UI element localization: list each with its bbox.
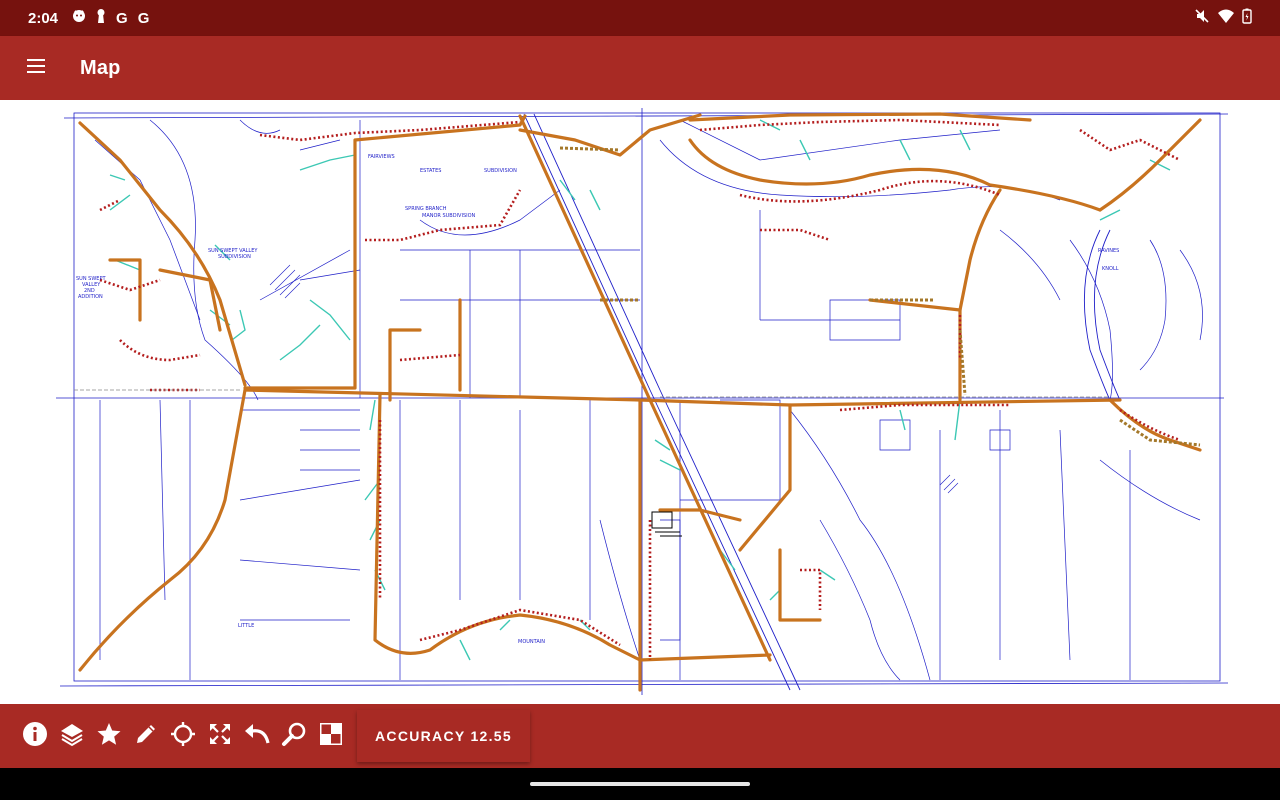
status-time: 2:04	[28, 9, 59, 27]
expand-icon	[207, 721, 233, 752]
favorites-button[interactable]	[90, 712, 127, 760]
info-button[interactable]	[16, 712, 53, 760]
water-mains	[78, 112, 1202, 692]
keyhole-icon	[96, 8, 106, 28]
accuracy-button[interactable]: ACCURACY 12.55	[357, 710, 530, 762]
menu-button[interactable]	[0, 36, 72, 100]
map-view[interactable]: SUN SWEPT VALLEY SUBDIVISION SUN SWEPT V…	[0, 100, 1280, 704]
app-bar: Map	[0, 36, 1280, 100]
label-addition: ADDITION	[78, 294, 103, 300]
undo-button[interactable]	[238, 712, 275, 760]
label-little: LITTLE	[238, 623, 254, 629]
layers-button[interactable]	[53, 712, 90, 760]
label-subdivision-1: SUBDIVISION	[218, 254, 251, 260]
cat-face-icon	[72, 9, 86, 27]
status-bar: 2:04 G G	[0, 0, 1280, 36]
navigation-bar	[0, 768, 1280, 800]
hatched-parcels	[269, 264, 959, 494]
locate-button[interactable]	[164, 712, 201, 760]
battery-icon	[1242, 8, 1252, 28]
wifi-icon	[1218, 9, 1234, 27]
label-subdivision-2: SUBDIVISION	[484, 168, 517, 174]
app-title: Map	[80, 56, 121, 79]
pencil-icon	[133, 721, 159, 752]
map-canvas[interactable]: SUN SWEPT VALLEY SUBDIVISION SUN SWEPT V…	[0, 100, 1280, 704]
layers-icon	[59, 721, 85, 752]
edit-button[interactable]	[127, 712, 164, 760]
menu-icon	[26, 58, 46, 78]
grid-icon	[318, 721, 344, 752]
google-g-glyph: G	[137, 9, 150, 27]
label-fairview: FAIRVIEWS	[368, 154, 395, 160]
highway-line	[74, 389, 1110, 398]
basemap-button[interactable]	[312, 712, 349, 760]
magnifier-icon	[281, 721, 307, 752]
crosshair-icon	[170, 721, 196, 752]
home-gesture-handle[interactable]	[530, 782, 750, 786]
status-right	[1194, 8, 1252, 28]
label-spring-branch: SPRING BRANCH	[405, 206, 447, 212]
fullscreen-button[interactable]	[201, 712, 238, 760]
structures	[651, 511, 682, 537]
info-icon	[22, 721, 48, 752]
mute-icon	[1194, 8, 1210, 28]
label-estates: ESTATES	[420, 168, 441, 174]
label-knoll: KNOLL	[1102, 266, 1119, 272]
undo-icon	[243, 721, 271, 752]
label-ravines: RAVINES	[1098, 248, 1119, 254]
search-button[interactable]	[275, 712, 312, 760]
star-icon	[96, 721, 122, 752]
status-left: 2:04 G G	[28, 8, 149, 28]
bottom-toolbar: ACCURACY 12.55	[0, 704, 1280, 768]
label-manor-subdivision: MANOR SUBDIVISION	[422, 213, 476, 219]
label-mountain: MOUNTAIN	[518, 639, 545, 645]
google-g-glyph: G	[116, 9, 128, 27]
